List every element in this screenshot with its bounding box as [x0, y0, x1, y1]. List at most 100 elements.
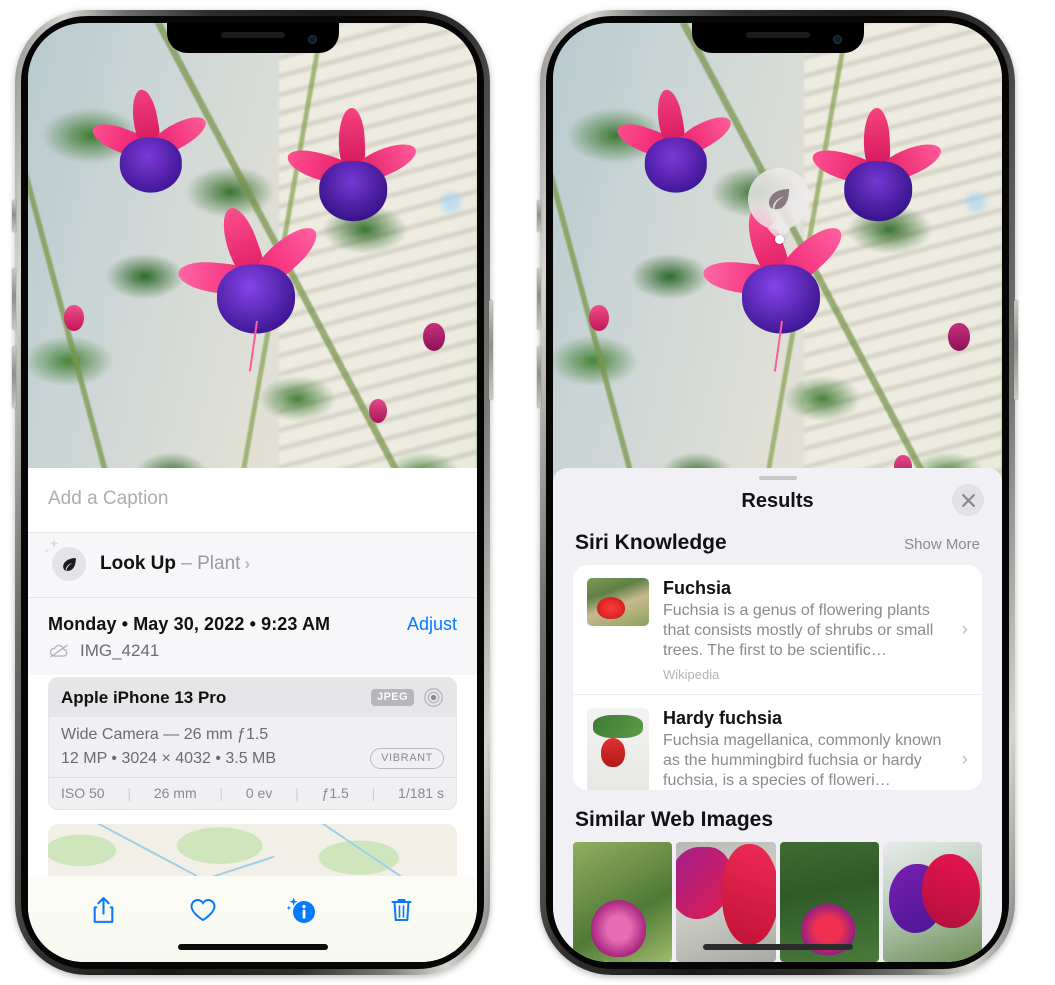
- section-title: Siri Knowledge: [575, 531, 727, 555]
- leaf-icon: [43, 539, 86, 581]
- earpiece-speaker: [745, 32, 810, 38]
- exif-shutter-speed: 1/181 s: [398, 785, 444, 801]
- front-camera: [832, 35, 842, 44]
- look-up-title: Look Up: [100, 553, 176, 574]
- look-up-label: Look Up – Plant ›: [100, 553, 250, 575]
- caption-field[interactable]: Add a Caption: [28, 468, 477, 533]
- trash-icon: [391, 899, 412, 921]
- exif-separator: |: [127, 785, 132, 801]
- volume-down-button[interactable]: [537, 346, 541, 408]
- resolution-info: 12 MP • 3024 × 4032 • 3.5 MB: [61, 749, 277, 767]
- notch: [691, 23, 864, 53]
- exposure-row: ISO 50 | 26 mm | 0 ev | ƒ1.5 | 1/181 s: [49, 777, 456, 809]
- camera-header: Apple iPhone 13 Pro JPEG: [49, 678, 456, 717]
- mute-switch[interactable]: [12, 200, 16, 232]
- left-screen: Add a Caption Look Up – Plant › Monday •…: [28, 23, 477, 962]
- info-button[interactable]: [282, 890, 322, 930]
- flower-bud: [588, 304, 609, 331]
- photographic-style-badge: VIBRANT: [370, 748, 444, 769]
- exif-separator: |: [219, 785, 224, 801]
- chevron-right-icon: ›: [961, 619, 968, 641]
- camera-badges: JPEG: [371, 687, 444, 708]
- file-row: IMG_4241: [28, 637, 477, 675]
- flower: [284, 98, 421, 228]
- photo-date: Monday • May 30, 2022 • 9:23 AM: [48, 614, 331, 634]
- chevron-right-icon: ›: [961, 749, 968, 771]
- power-button[interactable]: [1014, 300, 1018, 400]
- card-body: Fuchsia Fuchsia is a genus of flowering …: [663, 578, 946, 682]
- similar-web-images-title: Similar Web Images: [575, 808, 774, 831]
- notch: [166, 23, 339, 53]
- chevron-right-icon: ›: [244, 554, 251, 573]
- exif-focal-length: 26 mm: [153, 785, 197, 801]
- heart-icon: [190, 899, 216, 922]
- home-indicator[interactable]: [702, 944, 853, 950]
- subject-anchor-dot: [775, 235, 784, 244]
- aperture-icon: [424, 688, 443, 707]
- volume-down-button[interactable]: [12, 346, 16, 408]
- left-phone: Add a Caption Look Up – Plant › Monday •…: [12, 10, 493, 975]
- results-sheet: Results Siri Knowledge Show More Fuchsia…: [553, 468, 1002, 962]
- info-sparkle-icon: [287, 897, 316, 923]
- look-up-dash: –: [176, 553, 198, 574]
- knowledge-card[interactable]: Hardy fuchsia Fuchsia magellanica, commo…: [573, 694, 982, 790]
- visual-look-up-badge[interactable]: [748, 168, 810, 230]
- card-description: Fuchsia magellanica, commonly known as t…: [663, 732, 942, 790]
- share-button[interactable]: [84, 890, 124, 930]
- right-phone: Results Siri Knowledge Show More Fuchsia…: [537, 10, 1018, 975]
- lens-info: Wide Camera — 26 mm ƒ1.5: [61, 726, 269, 743]
- results-header: Results: [553, 480, 1002, 529]
- web-image-thumbnail[interactable]: [882, 842, 982, 962]
- cloud-slash-icon: [49, 644, 68, 658]
- earpiece-speaker: [220, 32, 285, 38]
- bokeh: [441, 192, 462, 213]
- card-source: Wikipedia: [663, 667, 720, 683]
- flower-bud: [63, 304, 84, 331]
- adjust-button[interactable]: Adjust: [407, 614, 457, 635]
- photo-info-sheet: Add a Caption Look Up – Plant › Monday •…: [28, 468, 477, 962]
- camera-info-card[interactable]: Apple iPhone 13 Pro JPEG Wide Camera — 2…: [48, 677, 457, 810]
- flower: [613, 79, 736, 199]
- look-up-row[interactable]: Look Up – Plant ›: [28, 533, 477, 598]
- exif-aperture: ƒ1.5: [321, 785, 349, 801]
- home-indicator[interactable]: [177, 944, 328, 950]
- results-title: Results: [741, 490, 814, 513]
- knowledge-card-list: Fuchsia Fuchsia is a genus of flowering …: [573, 565, 982, 790]
- screenshot-root: Add a Caption Look Up – Plant › Monday •…: [0, 0, 1055, 985]
- card-thumbnail: [587, 578, 649, 627]
- web-image-thumbnail[interactable]: [573, 842, 673, 962]
- share-icon: [93, 896, 114, 923]
- exif-separator: |: [295, 785, 299, 801]
- flower-bud: [369, 398, 388, 423]
- power-button[interactable]: [489, 300, 493, 400]
- camera-model: Apple iPhone 13 Pro: [61, 687, 227, 707]
- right-screen: Results Siri Knowledge Show More Fuchsia…: [553, 23, 1002, 962]
- front-camera: [307, 35, 317, 44]
- flower: [809, 98, 946, 228]
- mute-switch[interactable]: [537, 200, 541, 232]
- card-thumbnail: [587, 708, 649, 790]
- card-body: Hardy fuchsia Fuchsia magellanica, commo…: [663, 708, 946, 790]
- date-row: Monday • May 30, 2022 • 9:23 AM Adjust: [28, 598, 477, 637]
- flower: [88, 79, 211, 199]
- file-name: IMG_4241: [80, 641, 160, 660]
- knowledge-card[interactable]: Fuchsia Fuchsia is a genus of flowering …: [573, 565, 982, 694]
- exif-exposure-comp: 0 ev: [245, 785, 273, 801]
- delete-button[interactable]: [381, 890, 421, 930]
- close-icon: [961, 493, 975, 507]
- caption-placeholder: Add a Caption: [48, 488, 169, 509]
- exif-iso: ISO 50: [61, 785, 105, 801]
- siri-knowledge-header: Siri Knowledge Show More: [553, 529, 1002, 565]
- card-title: Hardy fuchsia: [663, 708, 783, 729]
- favorite-button[interactable]: [183, 890, 223, 930]
- bokeh: [966, 192, 987, 213]
- exif-separator: |: [371, 785, 376, 801]
- card-description: Fuchsia is a genus of flowering plants t…: [663, 602, 934, 660]
- volume-up-button[interactable]: [537, 268, 541, 330]
- leaf-icon: [769, 189, 789, 210]
- card-title: Fuchsia: [663, 578, 732, 599]
- camera-body: Wide Camera — 26 mm ƒ1.5 12 MP • 3024 × …: [49, 717, 456, 777]
- volume-up-button[interactable]: [12, 268, 16, 330]
- show-more-button[interactable]: Show More: [904, 536, 980, 553]
- format-badge: JPEG: [371, 689, 414, 706]
